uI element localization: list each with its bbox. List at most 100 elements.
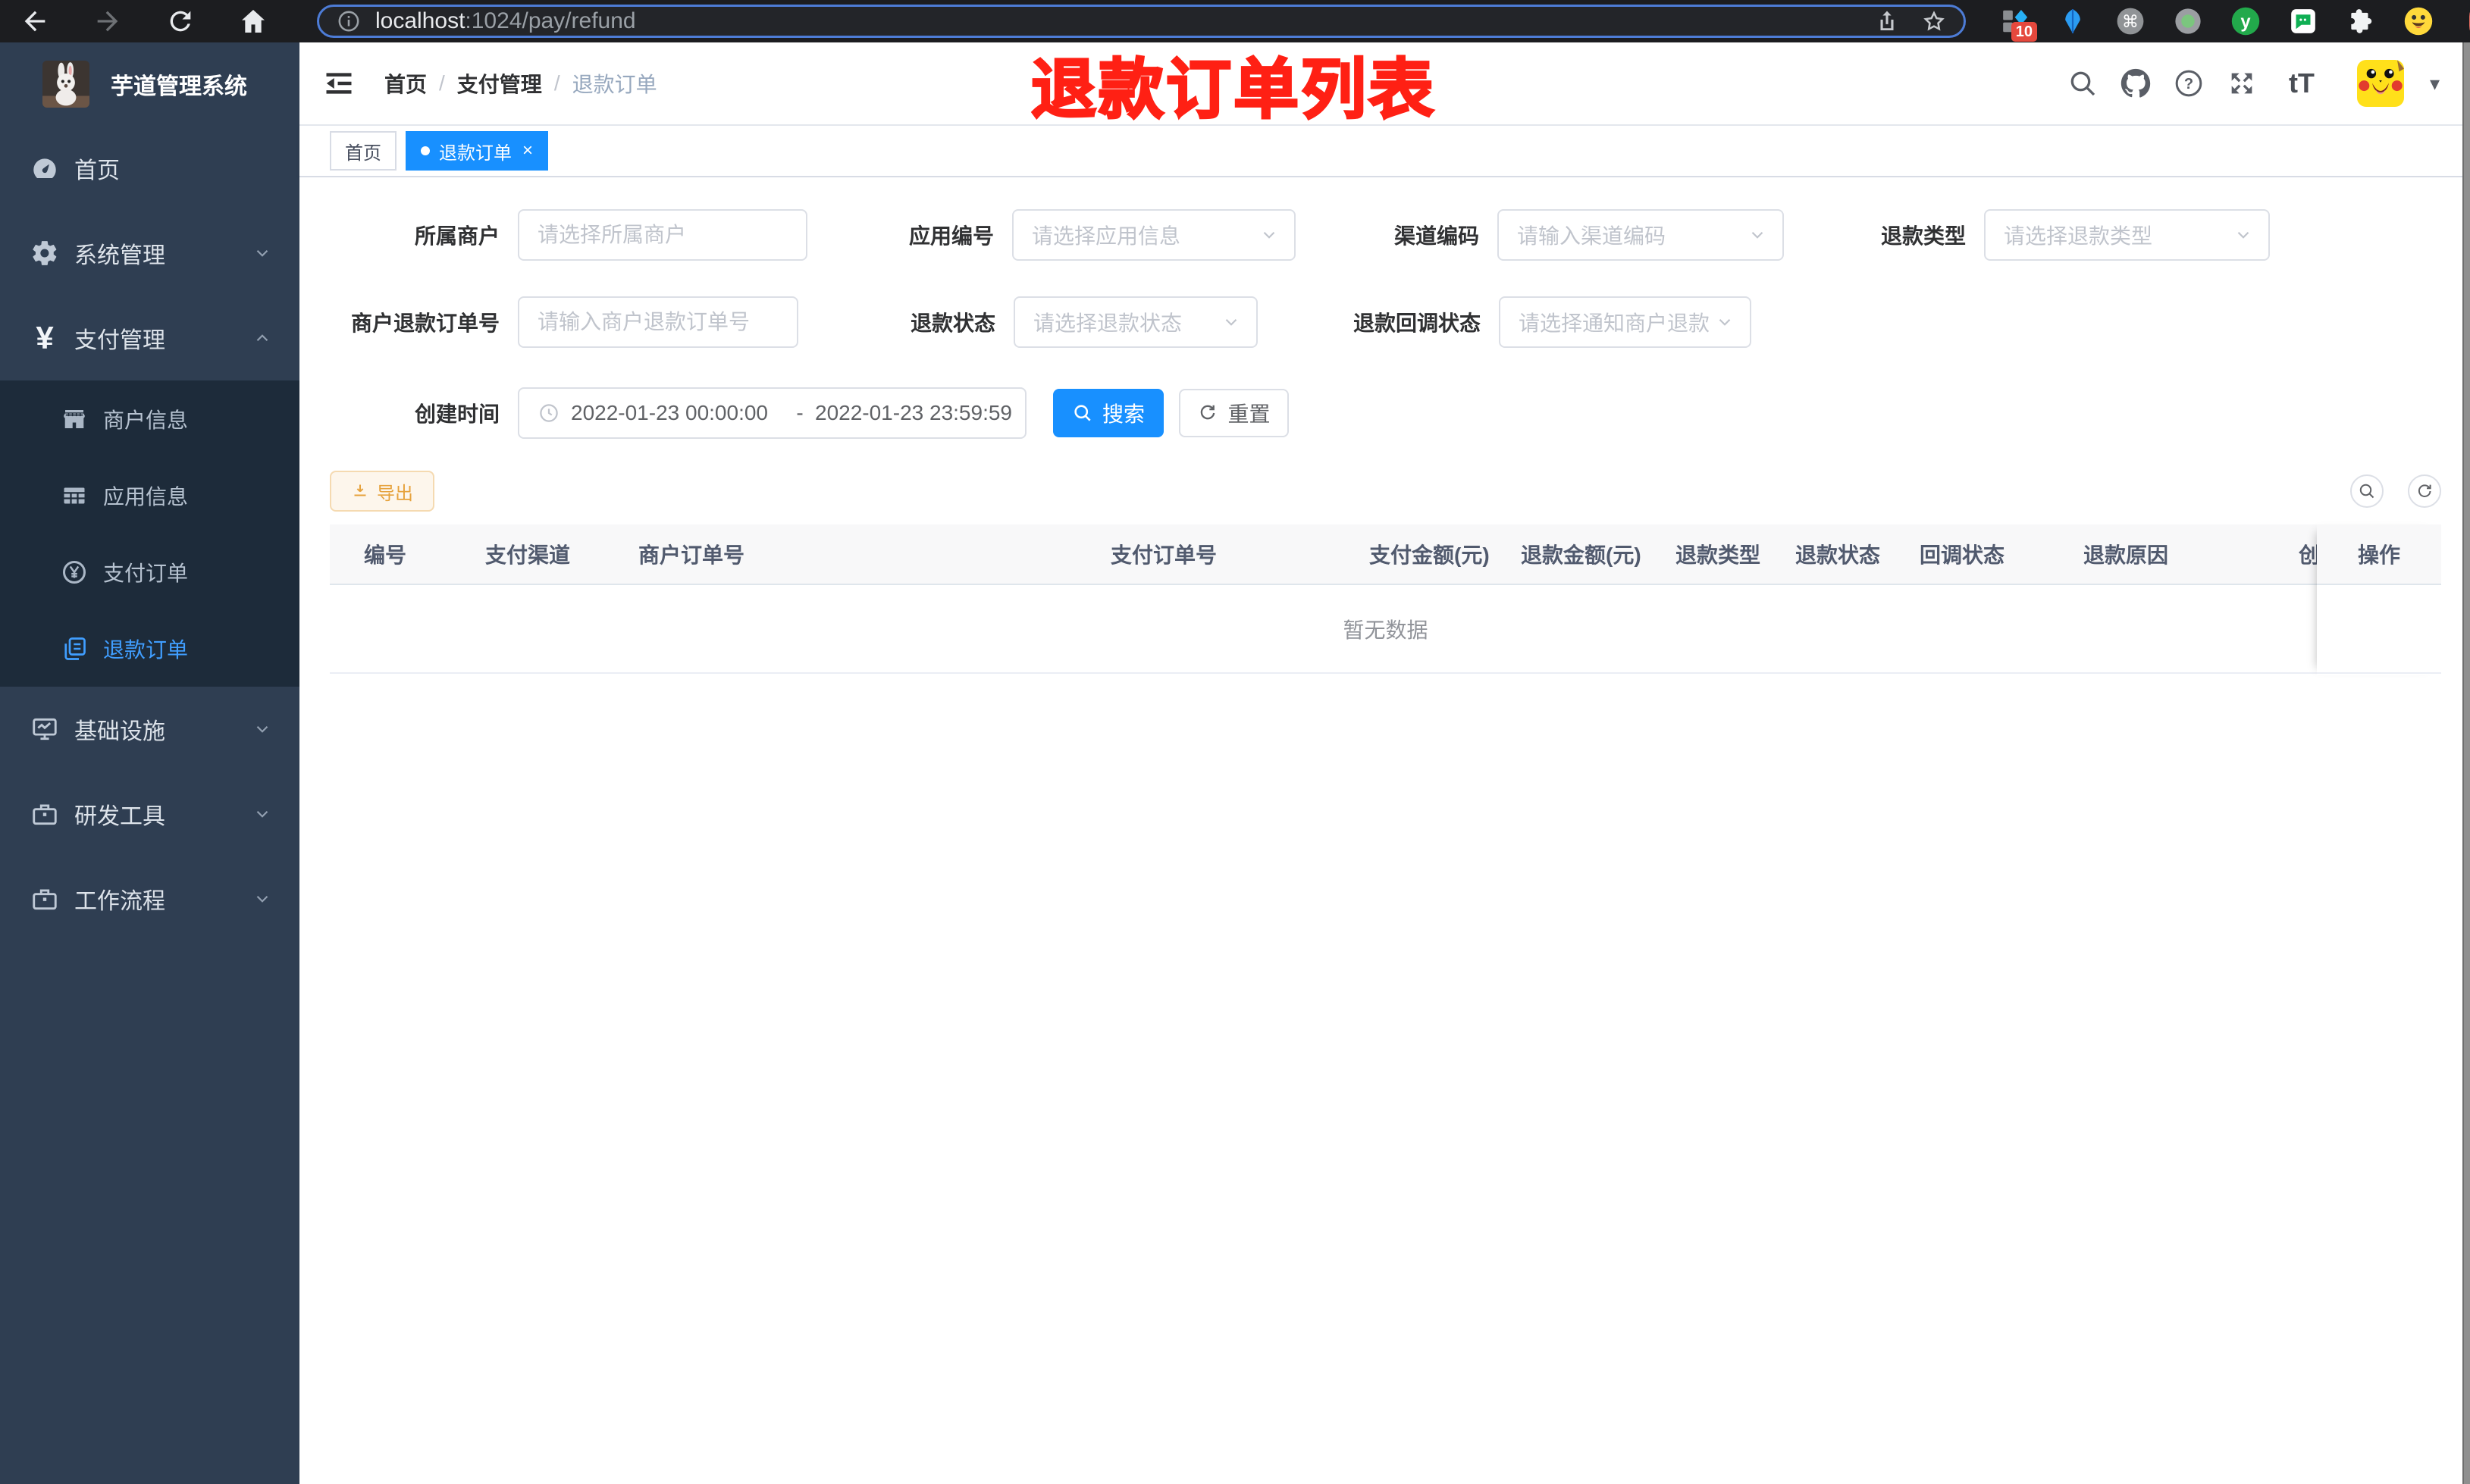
site-info-icon[interactable] xyxy=(336,8,362,34)
browser-back-icon[interactable] xyxy=(20,6,50,36)
active-dot xyxy=(421,146,430,155)
extension-y-icon[interactable]: y xyxy=(2231,7,2260,36)
date-start-value[interactable]: 2022-01-23 00:00:00 xyxy=(571,401,785,425)
sidebar-item-system[interactable]: 系统管理 xyxy=(0,211,299,296)
logo-rabbit-image xyxy=(42,61,89,108)
tag-refund-order[interactable]: 退款订单 × xyxy=(406,131,549,171)
breadcrumb: 首页 / 支付管理 / 退款订单 xyxy=(384,68,657,99)
yen-circle-icon xyxy=(61,559,88,586)
filter-row-3: 创建时间 2022-01-23 00:00:00 - 2022-01-23 23… xyxy=(330,387,2470,439)
fullscreen-icon[interactable] xyxy=(2227,68,2257,99)
chevron-down-icon xyxy=(1747,225,1767,245)
help-icon[interactable]: ? xyxy=(2174,68,2204,99)
url-host: localhost xyxy=(375,8,465,33)
extension-command-icon[interactable]: ⌘ xyxy=(2116,7,2145,36)
sidebar-logo[interactable]: 芋道管理系统 xyxy=(0,42,299,126)
export-button[interactable]: 导出 xyxy=(330,471,434,512)
merchant-refund-no-input[interactable] xyxy=(518,296,798,348)
search-button-label: 搜索 xyxy=(1102,402,1145,426)
column-header: 退款原因 xyxy=(2083,543,2169,567)
channel-select[interactable]: 请输入渠道编码 xyxy=(1497,209,1784,261)
clock-icon xyxy=(538,402,560,424)
extension-tiles-icon[interactable]: 10 xyxy=(2001,7,2037,42)
table-header-row: 编号 支付渠道 商户订单号 支付订单号 支付金额(元) 退款金额(元) 退款类型… xyxy=(330,524,2441,585)
breadcrumb-pay[interactable]: 支付管理 xyxy=(457,68,542,99)
page-annotation: 退款订单列表 xyxy=(1030,52,1436,127)
extension-puzzle-icon[interactable] xyxy=(2346,7,2375,36)
refund-status-label: 退款状态 xyxy=(910,312,995,335)
merchant-refund-no-label: 商户退款订单号 xyxy=(350,312,500,335)
question-glyph: ? xyxy=(2184,76,2193,92)
sidebar-item-devtools[interactable]: 研发工具 xyxy=(0,772,299,856)
chevron-down-icon xyxy=(252,243,272,263)
tags-view-bar: 首页 退款订单 × xyxy=(299,126,2470,177)
toolbar-right xyxy=(2350,474,2441,508)
sidebar-item-label: 首页 xyxy=(74,158,120,183)
column-header: 回调状态 xyxy=(1920,543,2005,567)
sidebar-item-infra[interactable]: 基础设施 xyxy=(0,687,299,772)
tag-label: 首页 xyxy=(345,142,381,164)
extension-kite-icon[interactable] xyxy=(2058,7,2087,36)
chevron-down-icon xyxy=(252,804,272,824)
column-header: 退款状态 xyxy=(1795,543,1881,567)
tag-home[interactable]: 首页 xyxy=(330,131,397,171)
merchant-input[interactable] xyxy=(518,209,807,261)
breadcrumb-home[interactable]: 首页 xyxy=(384,68,427,99)
column-header-actions: 操作 xyxy=(2357,543,2400,567)
avatar[interactable] xyxy=(2356,60,2404,107)
create-time-label: 创建时间 xyxy=(414,402,500,426)
url-text[interactable]: localhost:1024/pay/refund xyxy=(375,8,1865,34)
breadcrumb-current: 退款订单 xyxy=(572,73,657,96)
app-select[interactable]: 请选择应用信息 xyxy=(1012,209,1296,261)
date-separator: - xyxy=(796,401,804,424)
create-time-range-picker[interactable]: 2022-01-23 00:00:00 - 2022-01-23 23:59:5… xyxy=(518,387,1027,439)
browser-reload-icon[interactable] xyxy=(165,6,196,36)
gear-icon xyxy=(30,239,59,268)
sidebar-item-merchant-info[interactable]: 商户信息 xyxy=(0,380,299,457)
reset-button[interactable]: 重置 xyxy=(1179,389,1289,437)
page-content: 所属商户 应用编号 请选择应用信息 渠道编码 请输入渠道编码 退款类型 请选择退… xyxy=(299,177,2470,1484)
refund-status-select[interactable]: 请选择退款状态 xyxy=(1014,296,1258,348)
share-icon[interactable] xyxy=(1874,8,1900,34)
sidebar-collapse-icon[interactable] xyxy=(322,67,356,100)
sidebar-item-label: 系统管理 xyxy=(74,243,165,268)
sidebar-item-home[interactable]: 首页 xyxy=(0,126,299,211)
font-size-icon[interactable]: tT xyxy=(2280,67,2324,99)
breadcrumb-separator: / xyxy=(439,71,445,95)
table-grid-icon xyxy=(61,482,88,509)
sidebar-item-pay[interactable]: ¥ 支付管理 xyxy=(0,296,299,380)
url-path: :1024/pay/refund xyxy=(465,8,636,33)
browser-forward-icon[interactable] xyxy=(92,6,123,36)
sidebar-item-label: 退款订单 xyxy=(103,637,189,662)
app-title: 芋道管理系统 xyxy=(111,74,247,99)
search-icon[interactable] xyxy=(2067,68,2098,99)
main-area: 首页 / 支付管理 / 退款订单 退款订单列表 ? tT ▾ 首页 退款订单 ×… xyxy=(299,42,2470,1484)
channel-label: 渠道编码 xyxy=(1393,224,1479,248)
search-button[interactable]: 搜索 xyxy=(1053,389,1164,437)
refund-type-select[interactable]: 请选择退款类型 xyxy=(1984,209,2270,261)
toggle-search-button[interactable] xyxy=(2350,474,2384,508)
window-edge xyxy=(2462,42,2470,1484)
sidebar-item-refund-order[interactable]: 退款订单 xyxy=(0,610,299,687)
bookmark-star-icon[interactable] xyxy=(1921,8,1947,34)
avatar-caret-icon[interactable]: ▾ xyxy=(2430,72,2440,95)
close-icon[interactable]: × xyxy=(522,142,533,160)
app-frame: 芋道管理系统 首页 系统管理 ¥ 支付管理 商户信息 应用信息 支付订单 退款订… xyxy=(0,42,2470,1484)
extension-emoji-icon[interactable] xyxy=(2404,7,2433,36)
sidebar-item-app-info[interactable]: 应用信息 xyxy=(0,457,299,534)
sidebar-item-workflow[interactable]: 工作流程 xyxy=(0,856,299,941)
sidebar-item-pay-order[interactable]: 支付订单 xyxy=(0,534,299,610)
browser-home-icon[interactable] xyxy=(238,6,268,36)
column-header: 创建时间 xyxy=(2299,543,2317,567)
extension-dot-icon[interactable] xyxy=(2174,7,2202,36)
notify-status-select[interactable]: 请选择通知商户退款结果的回调状态 xyxy=(1499,296,1751,348)
sidebar-item-label: 支付订单 xyxy=(103,561,189,585)
extension-chat-icon[interactable] xyxy=(2289,7,2318,36)
chevron-down-icon xyxy=(252,889,272,909)
github-icon[interactable] xyxy=(2121,68,2151,99)
address-bar[interactable]: localhost:1024/pay/refund xyxy=(317,5,1966,38)
chevron-down-icon xyxy=(1715,312,1735,332)
sidebar: 芋道管理系统 首页 系统管理 ¥ 支付管理 商户信息 应用信息 支付订单 退款订… xyxy=(0,42,299,1484)
refresh-button[interactable] xyxy=(2408,474,2441,508)
date-end-value[interactable]: 2022-01-23 23:59:59 xyxy=(815,401,1029,425)
